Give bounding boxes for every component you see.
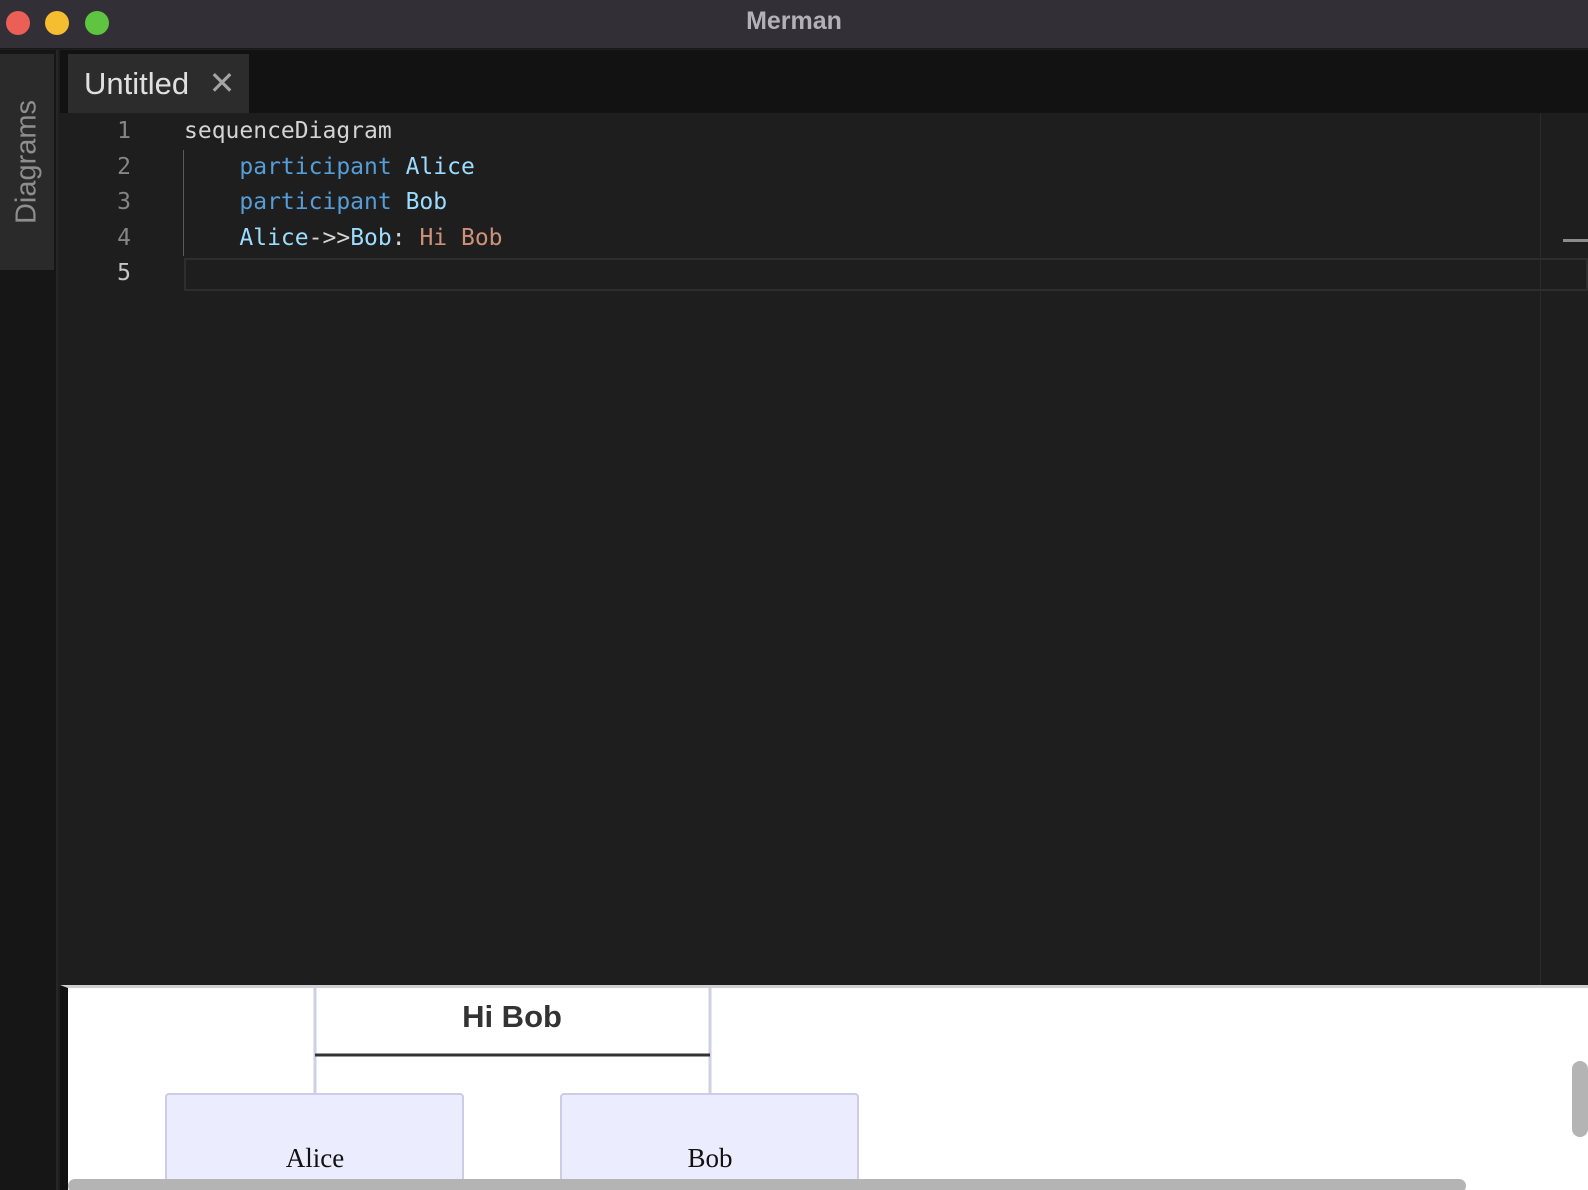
code-text: sequenceDiagram (184, 113, 392, 149)
diagram-preview[interactable]: Hi Bob Alice Bob (60, 985, 1588, 1190)
code-line[interactable]: 1 sequenceDiagram (60, 113, 1560, 149)
sidebar: Diagrams (0, 50, 58, 1190)
line-number: 2 (117, 154, 131, 180)
line-number: 1 (117, 118, 131, 144)
code-text: Alice->>Bob: Hi Bob (184, 220, 503, 256)
code-token: Bob (405, 189, 448, 215)
close-tab-icon[interactable]: ✕ (208, 64, 236, 102)
code-line[interactable]: 5 (60, 255, 1560, 291)
tab-label: Untitled (84, 66, 190, 101)
code-token: ->> (308, 225, 351, 251)
code-line[interactable]: 2 participant Alice (60, 149, 1560, 185)
code-token: Hi Bob (419, 225, 503, 251)
code-text: participant Bob (184, 184, 447, 220)
tab-bar: Untitled ✕ (60, 50, 1588, 113)
code-editor[interactable]: 1 sequenceDiagram 2 participant Alice 3 par… (60, 113, 1588, 985)
code-token: : (391, 225, 420, 251)
code-token: Bob (350, 225, 392, 251)
participant-label-alice: Alice (286, 1143, 344, 1173)
code-text: participant Alice (184, 149, 475, 185)
title-bar: Merman (0, 0, 1588, 49)
line-number: 4 (117, 225, 131, 251)
message-label: Hi Bob (462, 999, 562, 1034)
participant-box-bob (560, 1093, 859, 1190)
code-token: sequenceDiagram (184, 118, 392, 144)
sidebar-tab-diagrams[interactable]: Diagrams (0, 54, 54, 270)
window-title: Merman (746, 7, 842, 35)
participant-label-bob: Bob (687, 1143, 732, 1173)
tab-untitled[interactable]: Untitled ✕ (68, 54, 249, 113)
overview-ruler-cursor-mark (1563, 239, 1588, 242)
participant-box-alice (165, 1093, 464, 1190)
line-number: 5 (117, 260, 131, 286)
sidebar-tab-label: Diagrams (10, 99, 43, 225)
preview-vertical-scrollbar[interactable] (1572, 1061, 1588, 1137)
code-token: participant (239, 189, 392, 215)
code-token: Alice (239, 225, 309, 251)
sequence-diagram: Hi Bob Alice Bob (165, 988, 859, 1190)
code-token: Alice (405, 154, 475, 180)
code-line[interactable]: 3 participant Bob (60, 184, 1560, 220)
preview-horizontal-scrollbar[interactable] (68, 1179, 1466, 1190)
line-number: 3 (117, 189, 131, 215)
code-token: participant (239, 154, 392, 180)
code-line[interactable]: 4 Alice->>Bob: Hi Bob (60, 220, 1560, 256)
